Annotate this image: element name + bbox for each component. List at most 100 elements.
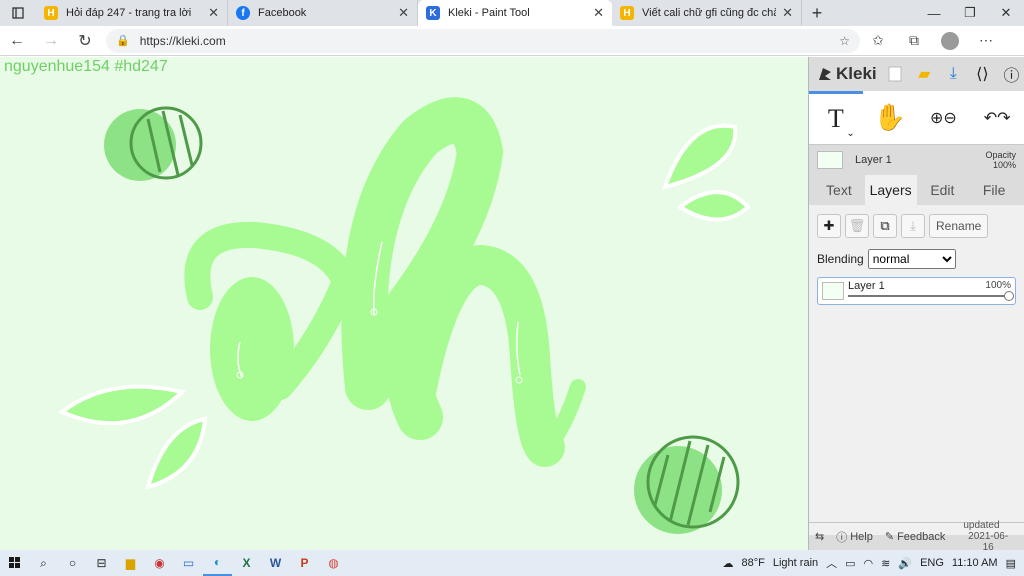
feedback-button[interactable]: ✎ Feedback bbox=[879, 530, 952, 544]
opacity-label: Opacity bbox=[985, 150, 1016, 160]
word-icon[interactable]: W bbox=[261, 550, 290, 576]
tab-title: Viết cali chữ gfi cũng đc chẳng h bbox=[642, 7, 776, 19]
more-menu-icon[interactable]: ⋯ bbox=[968, 26, 1004, 56]
weather-icon[interactable]: ☁ bbox=[723, 557, 734, 570]
zoom-icon[interactable]: ⊕⊖ bbox=[917, 91, 971, 145]
drawing-canvas[interactable]: nguyenhue154 #hd247 bbox=[0, 57, 808, 550]
windows-taskbar: ⌕ ○ ⊟ ▆ ◉ ▭ ◐ X W P ◍ ☁ 88°F Light rain … bbox=[0, 550, 1024, 576]
url-field[interactable]: 🔒 https://kleki.com ☆ bbox=[106, 28, 860, 53]
kleki-logo[interactable]: Kleki bbox=[817, 64, 879, 84]
text-tool-button[interactable]: T ⌄ bbox=[809, 90, 863, 145]
forward-icon[interactable]: → bbox=[34, 26, 68, 56]
letter-o bbox=[184, 221, 359, 421]
monitor-icon[interactable]: ▭ bbox=[174, 550, 203, 576]
language-indicator[interactable]: ENG bbox=[920, 557, 944, 569]
tab-layers[interactable]: Layers bbox=[864, 175, 917, 205]
canvas-signature-text: nguyenhue154 #hd247 bbox=[4, 58, 168, 75]
refresh-icon[interactable]: ↻ bbox=[68, 26, 102, 56]
restore-icon[interactable]: ❐ bbox=[952, 0, 988, 26]
help-circle-icon[interactable]: ⓘ bbox=[999, 61, 1024, 87]
battery-icon[interactable]: ▭ bbox=[845, 557, 855, 570]
layer-opacity-slider[interactable] bbox=[848, 295, 1009, 297]
share-icon[interactable]: ⟨⟩ bbox=[970, 61, 995, 87]
favorites-icon[interactable]: ✩ bbox=[860, 26, 896, 56]
wifi-icon[interactable]: ≋ bbox=[881, 557, 890, 570]
notification-icon[interactable]: ▤ bbox=[1006, 557, 1016, 570]
tool-row: T ⌄ ✋ ⊕⊖ ↶↷ bbox=[809, 90, 1024, 145]
feedback-label: Feedback bbox=[897, 530, 946, 543]
current-layer-row: Layer 1 Opacity 100% bbox=[809, 145, 1024, 175]
layer-thumbnail bbox=[822, 282, 844, 300]
search-icon[interactable]: ⌕ bbox=[29, 550, 58, 576]
windows-start-icon[interactable] bbox=[0, 550, 29, 576]
task-view-icon[interactable]: ⊟ bbox=[87, 550, 116, 576]
file-explorer-icon[interactable]: ▆ bbox=[116, 550, 145, 576]
network-icon[interactable]: ◠ bbox=[864, 557, 874, 570]
letter-h bbox=[341, 97, 586, 467]
cortana-icon[interactable]: ○ bbox=[58, 550, 87, 576]
chevron-up-icon[interactable]: ︿ bbox=[826, 555, 837, 571]
panel-tabs: Text Layers Edit File bbox=[809, 175, 1024, 205]
close-tab-icon[interactable]: ✕ bbox=[398, 5, 409, 21]
leaf-cluster bbox=[58, 384, 208, 490]
hand-tool-icon[interactable]: ✋ bbox=[863, 91, 917, 145]
close-tab-icon[interactable]: ✕ bbox=[782, 5, 793, 21]
new-tab-button[interactable]: + bbox=[802, 0, 832, 26]
minimize-icon[interactable]: — bbox=[916, 0, 952, 26]
panel-footer: ⇆ ⓘ Help ✎ Feedback updated 2021-06-16 bbox=[809, 520, 1024, 553]
opacity-readout: Opacity 100% bbox=[985, 150, 1016, 170]
tab-kleki[interactable]: K Kleki - Paint Tool ✕ bbox=[418, 0, 612, 26]
profile-avatar[interactable] bbox=[941, 31, 959, 50]
weather-text[interactable]: Light rain bbox=[773, 557, 818, 569]
tab-edit[interactable]: Edit bbox=[917, 175, 969, 205]
merge-layer-icon[interactable]: ⤓ bbox=[901, 214, 925, 238]
open-folder-icon[interactable]: ▰ bbox=[912, 61, 937, 87]
clock[interactable]: 11:10 AM bbox=[952, 557, 998, 569]
tab-text[interactable]: Text bbox=[813, 175, 865, 205]
chrome-icon[interactable]: ◍ bbox=[319, 550, 348, 576]
powerpoint-icon[interactable]: P bbox=[290, 550, 319, 576]
collections-icon[interactable]: ⧉ bbox=[896, 26, 932, 56]
tab-vietcali[interactable]: H Viết cali chữ gfi cũng đc chẳng h ✕ bbox=[612, 0, 802, 26]
close-tab-icon[interactable]: ✕ bbox=[593, 5, 604, 21]
delete-layer-icon[interactable]: 🗑 bbox=[845, 214, 869, 238]
excel-icon[interactable]: X bbox=[232, 550, 261, 576]
close-window-icon[interactable]: ✕ bbox=[988, 0, 1024, 26]
back-icon[interactable]: ← bbox=[0, 26, 34, 56]
chevron-down-icon: ⌄ bbox=[846, 127, 855, 139]
add-layer-button[interactable]: ✚ bbox=[817, 214, 841, 238]
tab-hoidap[interactable]: H Hỏi đáp 247 - trang tra lời ✕ bbox=[36, 0, 228, 26]
duplicate-layer-icon[interactable]: ⧉ bbox=[873, 214, 897, 238]
layers-panel: ✚ 🗑 ⧉ ⤓ Rename Blending normal Layer 1 1… bbox=[809, 205, 1024, 535]
leaf-cluster bbox=[661, 123, 751, 222]
app-icon[interactable]: ◉ bbox=[145, 550, 174, 576]
layer-list-item[interactable]: Layer 1 100% bbox=[817, 277, 1016, 305]
kleki-toolbar: Kleki ▰ ⤓ ⟨⟩ ⓘ bbox=[809, 57, 1024, 91]
tab-title: Kleki - Paint Tool bbox=[448, 7, 530, 19]
undo-redo-icon[interactable]: ↶↷ bbox=[970, 91, 1024, 145]
rename-button[interactable]: Rename bbox=[929, 214, 989, 238]
tab-actions-icon[interactable] bbox=[0, 0, 36, 26]
edge-browser-icon[interactable]: ◐ bbox=[203, 550, 232, 576]
layer-opacity-text: 100% bbox=[985, 280, 1011, 291]
close-tab-icon[interactable]: ✕ bbox=[208, 5, 219, 21]
new-image-icon[interactable] bbox=[883, 61, 908, 87]
pencil-icon: ✎ bbox=[884, 531, 895, 543]
window-controls: — ❐ ✕ bbox=[916, 0, 1024, 26]
download-icon[interactable]: ⤓ bbox=[941, 61, 966, 87]
swap-icon[interactable]: ⇆ bbox=[809, 530, 830, 543]
system-tray: ☁ 88°F Light rain ︿ ▭ ◠ ≋ 🔊 ENG 11:10 AM… bbox=[723, 550, 1024, 576]
kleki-panel: Kleki ▰ ⤓ ⟨⟩ ⓘ T ⌄ ✋ ⊕⊖ ↶↷ Layer 1 Opaci… bbox=[808, 57, 1024, 553]
updated-label: updated bbox=[963, 520, 1000, 531]
blending-select[interactable]: normal bbox=[867, 249, 956, 269]
tab-facebook[interactable]: f Facebook ✕ bbox=[228, 0, 418, 26]
slider-handle[interactable] bbox=[1004, 291, 1014, 301]
lock-icon: 🔒 bbox=[116, 35, 130, 47]
browser-tab-strip: H Hỏi đáp 247 - trang tra lời ✕ f Facebo… bbox=[0, 0, 1024, 26]
tab-file[interactable]: File bbox=[968, 175, 1020, 205]
volume-icon[interactable]: 🔊 bbox=[898, 557, 912, 570]
weather-temp[interactable]: 88°F bbox=[742, 557, 765, 569]
favorite-star-icon[interactable]: ☆ bbox=[839, 34, 850, 48]
help-button[interactable]: ⓘ Help bbox=[830, 529, 879, 545]
kleki-logo-text: Kleki bbox=[836, 64, 877, 83]
